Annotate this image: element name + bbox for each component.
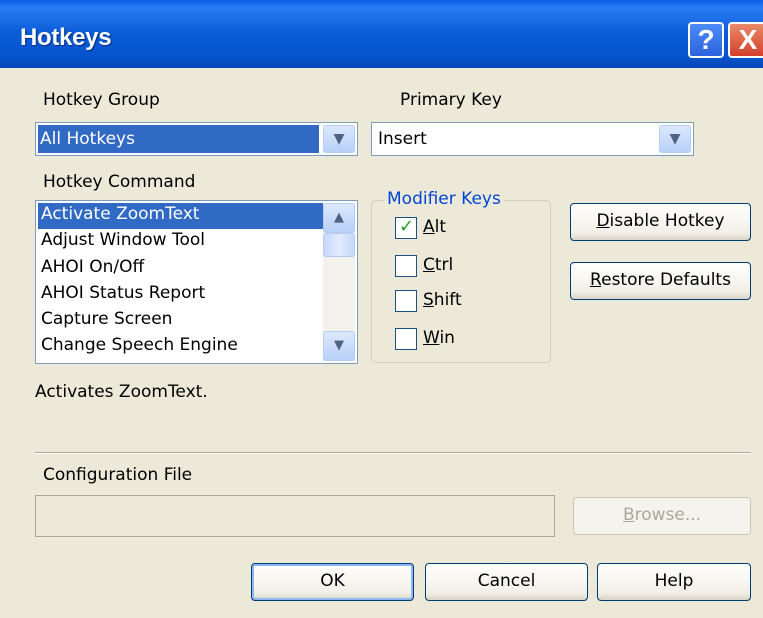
checkmark-icon: ✓ xyxy=(399,216,415,237)
checkbox-box[interactable] xyxy=(395,255,417,277)
disable-hotkey-button[interactable]: Disable Hotkey xyxy=(570,203,751,241)
list-scrollbar[interactable]: ▲ ▼ xyxy=(323,203,355,361)
scroll-thumb[interactable] xyxy=(323,233,355,257)
configuration-file-field xyxy=(35,495,555,537)
scroll-down-button[interactable]: ▼ xyxy=(323,331,355,361)
chevron-down-icon: ▼ xyxy=(333,131,345,147)
hotkey-group-label: Hotkey Group xyxy=(43,90,160,110)
primary-key-label: Primary Key xyxy=(400,90,502,110)
hotkey-group-value: All Hotkeys xyxy=(38,125,319,153)
hotkey-command-label: Hotkey Command xyxy=(43,172,196,192)
alt-label: Alt xyxy=(423,217,447,237)
win-label: Win xyxy=(423,328,455,348)
ok-button[interactable]: OK xyxy=(251,563,414,601)
help-icon: ? xyxy=(697,24,715,55)
restore-defaults-button[interactable]: Restore Defaults xyxy=(570,262,751,300)
chevron-down-icon: ▼ xyxy=(669,131,681,147)
close-icon: X xyxy=(738,24,758,55)
hotkey-group-combo[interactable]: All Hotkeys ▼ xyxy=(35,122,358,156)
modifier-keys-title: Modifier Keys xyxy=(384,189,504,209)
list-item[interactable]: Capture Screen xyxy=(38,308,323,334)
window-title: Hotkeys xyxy=(20,24,112,51)
primary-key-combo[interactable]: Insert ▼ xyxy=(371,122,694,156)
primary-key-dropdown-button[interactable]: ▼ xyxy=(659,125,691,153)
shift-label: Shift xyxy=(423,290,462,310)
checkbox-box[interactable] xyxy=(395,328,417,350)
separator xyxy=(35,452,751,454)
checkbox-box[interactable] xyxy=(395,290,417,312)
list-item[interactable]: AHOI Status Report xyxy=(38,282,323,308)
configuration-file-label: Configuration File xyxy=(43,465,193,485)
command-description: Activates ZoomText. xyxy=(35,382,208,402)
hotkey-group-dropdown-button[interactable]: ▼ xyxy=(323,125,355,153)
primary-key-value: Insert xyxy=(378,129,427,149)
chevron-up-icon: ▲ xyxy=(334,210,344,225)
help-button[interactable]: Help xyxy=(597,563,751,601)
browse-button: Browse... xyxy=(573,497,751,535)
hotkey-command-list[interactable]: Activate ZoomText Adjust Window Tool AHO… xyxy=(35,200,358,364)
list-item[interactable]: Activate ZoomText xyxy=(38,203,323,230)
cancel-button[interactable]: Cancel xyxy=(425,563,588,601)
title-bar[interactable]: Hotkeys ? X xyxy=(0,0,763,68)
scroll-up-button[interactable]: ▲ xyxy=(323,203,355,233)
list-item[interactable]: Adjust Window Tool xyxy=(38,229,323,255)
ctrl-label: Ctrl xyxy=(423,255,454,275)
list-item[interactable]: AHOI On/Off xyxy=(38,256,323,282)
help-title-button[interactable]: ? xyxy=(688,22,724,58)
list-item[interactable]: Change Speech Engine xyxy=(38,334,323,360)
checkbox-box[interactable]: ✓ xyxy=(395,216,417,239)
chevron-down-icon: ▼ xyxy=(334,338,344,353)
close-button[interactable]: X xyxy=(728,22,763,58)
hotkeys-dialog: Hotkeys ? X Hotkey Group All Hotkeys ▼ P… xyxy=(0,0,763,618)
